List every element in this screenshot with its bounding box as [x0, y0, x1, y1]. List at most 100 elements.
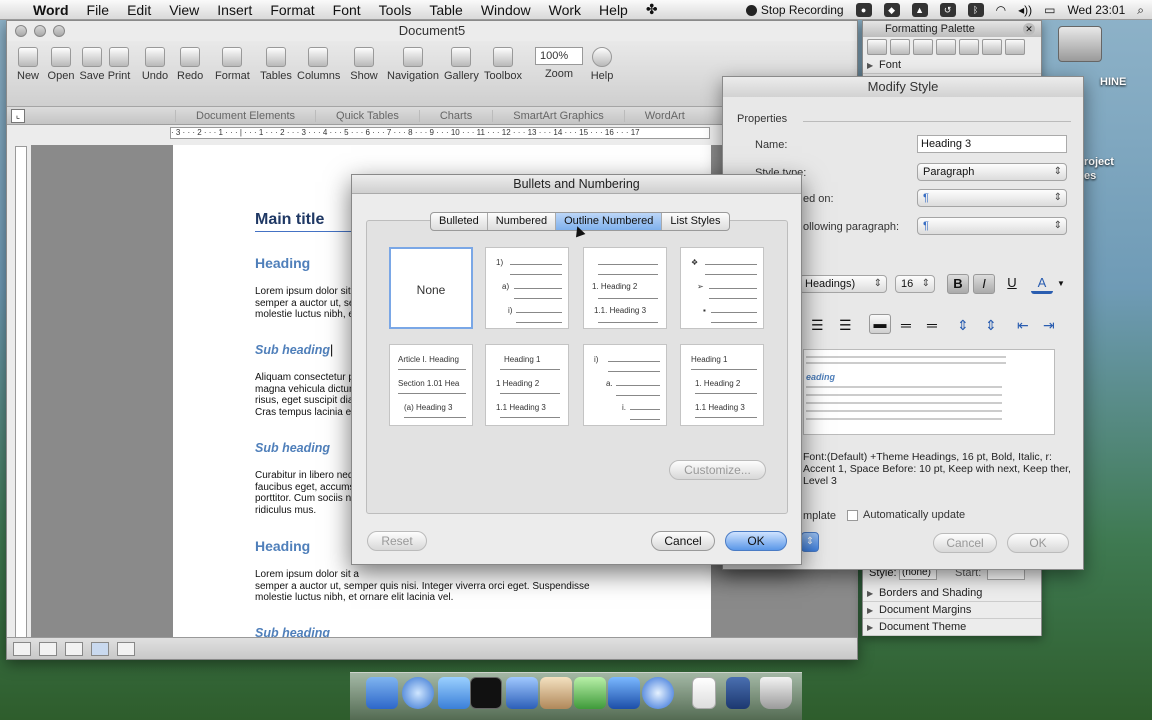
bold-toggle[interactable]: B: [947, 274, 969, 294]
double-spacing-icon[interactable]: ═: [927, 317, 937, 333]
outline-view-icon[interactable]: [39, 642, 57, 656]
modify-ok-button[interactable]: OK: [1007, 533, 1069, 553]
volume-icon[interactable]: ◂)): [1018, 3, 1032, 17]
open-button[interactable]: Open: [47, 47, 75, 82]
print-button[interactable]: Print: [106, 47, 132, 82]
toolbox-button[interactable]: Toolbox: [483, 47, 523, 82]
navigation-button[interactable]: Navigation: [387, 47, 439, 82]
font-size-popup[interactable]: 16: [895, 275, 935, 293]
gallery-option-symbols[interactable]: ❖ ➢ ▪: [680, 247, 764, 329]
word-icon[interactable]: [506, 677, 538, 709]
palette-tool-icon[interactable]: [936, 39, 956, 55]
decrease-indent-icon[interactable]: ⇤: [1017, 317, 1029, 334]
safari-icon[interactable]: [402, 677, 434, 709]
palette-close-icon[interactable]: ✕: [1023, 23, 1035, 35]
gallery-option-heading-legal[interactable]: Heading 1 1 Heading 2 1.1 Heading 3: [485, 344, 569, 426]
stop-recording-button[interactable]: Stop Recording: [745, 3, 844, 17]
gallery-button[interactable]: Gallery: [444, 47, 479, 82]
menu-insert[interactable]: Insert: [208, 2, 261, 18]
print-layout-view-icon[interactable]: [91, 642, 109, 656]
palette-tool-icon[interactable]: [959, 39, 979, 55]
menu-help[interactable]: Help: [590, 2, 637, 18]
palette-section-margins[interactable]: Document Margins: [863, 602, 1041, 619]
tab-stop-selector[interactable]: ⌞: [11, 109, 25, 123]
status-icon-2[interactable]: ◆: [883, 3, 900, 17]
gallery-option-1-a-i[interactable]: 1) a) i): [485, 247, 569, 329]
menu-work[interactable]: Work: [540, 2, 590, 18]
palette-tool-icon[interactable]: [1005, 39, 1025, 55]
script-menu-icon[interactable]: ✤: [637, 1, 667, 18]
status-icon-1[interactable]: ●: [855, 3, 872, 17]
modify-cancel-button[interactable]: Cancel: [933, 533, 997, 553]
bullets-ok-button[interactable]: OK: [725, 531, 787, 551]
downloads-stack-icon[interactable]: [726, 677, 750, 709]
gallery-option-none[interactable]: None: [389, 247, 473, 329]
tables-button[interactable]: Tables: [260, 47, 292, 82]
palette-tool-icon[interactable]: [913, 39, 933, 55]
menu-window[interactable]: Window: [472, 2, 540, 18]
ribbon-tab-document-elements[interactable]: Document Elements: [175, 109, 315, 122]
font-popup[interactable]: Headings): [799, 275, 887, 293]
notebook-view-icon[interactable]: [117, 642, 135, 656]
itunes-icon[interactable]: [438, 677, 470, 709]
horizontal-ruler[interactable]: · 3 · · · 2 · · · 1 · · · | · · · 1 · · …: [170, 127, 710, 139]
ribbon-tab-charts[interactable]: Charts: [418, 109, 492, 122]
redo-button[interactable]: Redo: [177, 47, 203, 82]
tab-numbered[interactable]: Numbered: [488, 213, 557, 230]
font-color-button[interactable]: A: [1031, 274, 1053, 294]
trash-icon[interactable]: [760, 677, 792, 709]
space-after-icon[interactable]: ⇕: [985, 317, 997, 334]
publishing-view-icon[interactable]: [65, 642, 83, 656]
columns-button[interactable]: Columns: [297, 47, 340, 82]
undo-button[interactable]: Undo: [141, 47, 169, 82]
hard-drive-icon[interactable]: [1058, 26, 1102, 62]
gallery-option-heading-numbered[interactable]: 1. Heading 2 1.1. Heading 3: [583, 247, 667, 329]
spacing-1-5-icon[interactable]: ═: [901, 317, 911, 333]
ribbon-tab-quick-tables[interactable]: Quick Tables: [315, 109, 419, 122]
justify-icon[interactable]: ☰: [839, 317, 852, 334]
menu-app-name[interactable]: Word: [24, 2, 78, 18]
menu-view[interactable]: View: [160, 2, 208, 18]
chevron-down-icon[interactable]: ▼: [1057, 279, 1065, 288]
auto-update-checkbox[interactable]: [847, 510, 858, 521]
spotlight-icon[interactable]: ⌕: [1137, 3, 1144, 18]
save-button[interactable]: Save: [79, 47, 105, 82]
ribbon-tab-wordart[interactable]: WordArt: [623, 109, 705, 122]
gallery-option-i-a-i[interactable]: i) a. i.: [583, 344, 667, 426]
single-spacing-icon[interactable]: ▬: [869, 314, 891, 334]
reset-button[interactable]: Reset: [367, 531, 427, 551]
menu-file[interactable]: File: [78, 2, 119, 18]
underline-toggle[interactable]: U: [1001, 274, 1023, 294]
style-type-popup[interactable]: Paragraph: [917, 163, 1067, 181]
gallery-option-heading-indented[interactable]: Heading 1 1. Heading 2 1.1 Heading 3: [680, 344, 764, 426]
bullets-cancel-button[interactable]: Cancel: [651, 531, 715, 551]
status-icon-3[interactable]: ▲: [911, 3, 928, 17]
minimize-window-button[interactable]: [34, 25, 46, 37]
new-button[interactable]: New: [17, 47, 39, 82]
terminal-icon[interactable]: [470, 677, 502, 709]
palette-section-borders[interactable]: Borders and Shading: [863, 585, 1041, 602]
app-icon-green[interactable]: [574, 677, 606, 709]
help-button[interactable]: Help: [590, 47, 614, 82]
palette-section-theme[interactable]: Document Theme: [863, 619, 1041, 636]
bluetooth-icon[interactable]: ᛒ: [967, 3, 984, 17]
app-icon-globe[interactable]: [642, 677, 674, 709]
increase-indent-icon[interactable]: ⇥: [1043, 317, 1055, 334]
menu-format[interactable]: Format: [261, 2, 323, 18]
menu-edit[interactable]: Edit: [118, 2, 160, 18]
palette-section-font[interactable]: Font: [863, 57, 1041, 74]
draft-view-icon[interactable]: [13, 642, 31, 656]
customize-button[interactable]: Customize...: [669, 460, 766, 480]
ribbon-tab-smartart[interactable]: SmartArt Graphics: [492, 109, 623, 122]
gallery-option-article-section[interactable]: Article I. Heading Section 1.01 Hea (a) …: [389, 344, 473, 426]
zoom-field[interactable]: 100%: [535, 47, 583, 65]
italic-toggle[interactable]: I: [973, 274, 995, 294]
show-button[interactable]: Show: [350, 47, 378, 82]
format-button[interactable]: Format: [215, 47, 250, 82]
following-paragraph-popup[interactable]: ¶: [917, 217, 1067, 235]
align-right-icon[interactable]: ☰: [811, 317, 824, 334]
menu-tools[interactable]: Tools: [370, 2, 421, 18]
app-icon-blue[interactable]: [608, 677, 640, 709]
document-stack-icon[interactable]: [692, 677, 716, 709]
iphoto-icon[interactable]: [540, 677, 572, 709]
